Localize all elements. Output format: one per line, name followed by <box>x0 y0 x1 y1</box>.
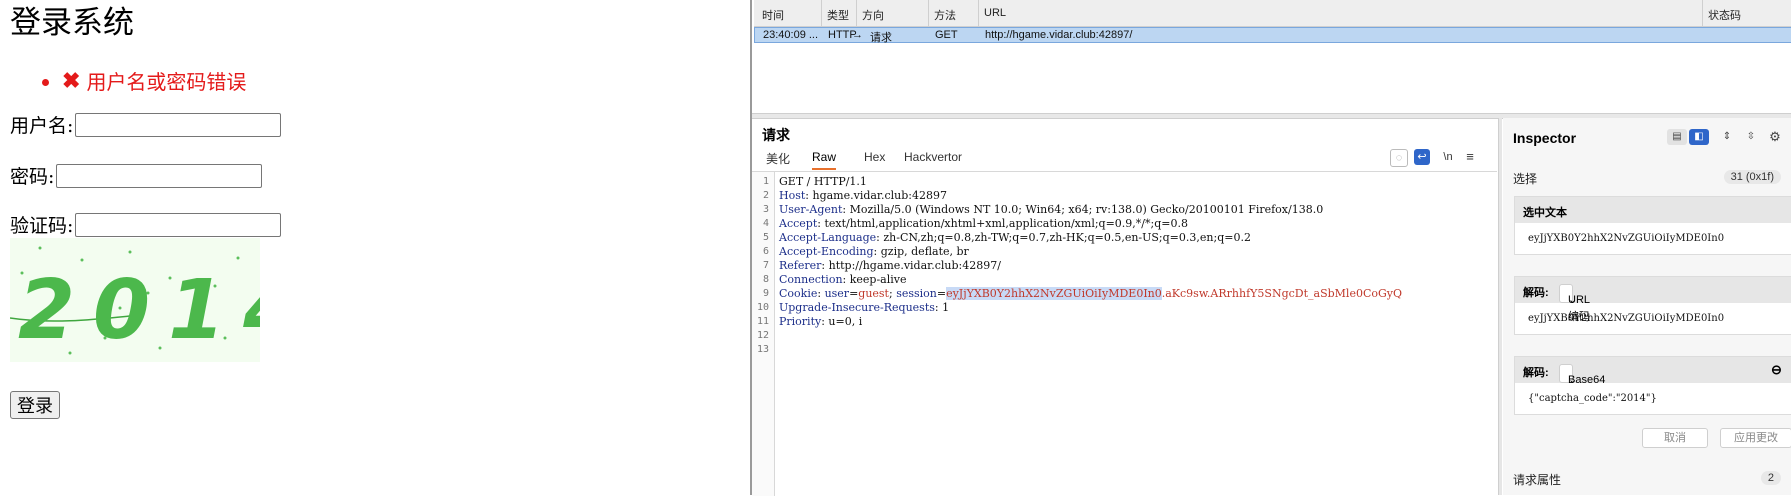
menu-icon[interactable]: ≡ <box>1462 149 1478 165</box>
header-connection: Connection: keep-alive <box>779 273 907 286</box>
username-row: 用户名: <box>10 111 282 138</box>
request-line: GET / HTTP/1.1 <box>779 175 867 188</box>
row-direction: 请求 <box>870 32 892 44</box>
eye-off-icon[interactable]: ◌ <box>1390 149 1408 167</box>
header-cookie: Cookie: user=guest; session=eyJjYXB0Y2hh… <box>779 287 1403 300</box>
line-number: 4 <box>762 218 769 229</box>
newline-toggle[interactable]: \n <box>1438 149 1458 165</box>
cross-mark-icon: ✖ <box>62 67 81 94</box>
inspector-panel: Inspector ▤ ◧ ⇕ ⇳ ⚙ 选择 31 (0x1f) 选中文本 ey… <box>1503 118 1791 495</box>
username-label: 用户名: <box>10 115 74 137</box>
line-number: 1 <box>762 176 769 187</box>
selection-label[interactable]: 选择 <box>1513 170 1537 187</box>
line-number: 10 <box>756 302 769 313</box>
request-pane: 请求 美化 Raw Hex Hackvertor ◌ ↩ \n ≡ 1 2 3 … <box>752 118 1497 496</box>
line-number: 3 <box>762 204 769 215</box>
request-attributes-label[interactable]: 请求属性 <box>1513 471 1561 488</box>
captcha-label: 验证码: <box>10 215 74 237</box>
selected-text: eyJjYXB0Y2hhX2NvZGUiOiIyMDE0In0 <box>946 287 1162 300</box>
header-accept-language: Accept-Language: zh-CN,zh;q=0.8,zh-TW;q=… <box>779 231 1251 244</box>
bullet-icon <box>42 79 49 86</box>
chevron-down-icon: ⌄ <box>1568 374 1578 386</box>
tab-hex[interactable]: Hex <box>864 150 885 168</box>
row-time: 23:40:09 ... <box>763 29 819 41</box>
expand-icon[interactable]: ⇕ <box>1717 129 1737 145</box>
error-message: ✖ 用户名或密码错误 <box>40 66 246 95</box>
col-url[interactable]: URL <box>984 7 1006 19</box>
header-priority: Priority: u=0, i <box>779 315 863 328</box>
raw-editor[interactable]: 1 2 3 4 5 6 7 8 9 10 11 12 13 GET / HTTP… <box>752 171 1497 496</box>
line-number: 2 <box>762 190 769 201</box>
error-text: 用户名或密码错误 <box>86 70 247 94</box>
line-number: 12 <box>756 330 769 341</box>
collapse-icon[interactable]: ⇳ <box>1741 129 1761 145</box>
captcha-text: 2014 <box>18 263 260 358</box>
base64-decode-section: 解码: Base64 ⌄ ⊖ {"captcha_code":"2014"} <box>1514 356 1791 415</box>
username-input[interactable] <box>75 112 282 137</box>
chevron-down-icon: ⌄ <box>1568 294 1578 306</box>
decode2-value[interactable]: {"captcha_code":"2014"} <box>1515 383 1791 414</box>
password-input[interactable] <box>56 163 263 188</box>
col-time[interactable]: 时间 <box>762 7 784 23</box>
cancel-button[interactable]: 取消 <box>1642 428 1708 448</box>
tab-pretty[interactable]: 美化 <box>766 150 790 171</box>
decode2-label: 解码: <box>1523 367 1549 379</box>
url-decode-section: 解码: URL编码 ⌄ eyJjYXB0Y2hhX2NvZGUiOiIyMDE0… <box>1514 276 1791 335</box>
password-row: 密码: <box>10 162 263 189</box>
selected-text-label: 选中文本 <box>1523 207 1567 219</box>
header-user-agent: User-Agent: Mozilla/5.0 (Windows NT 10.0… <box>779 203 1324 216</box>
col-method[interactable]: 方法 <box>934 7 956 23</box>
selection-count-badge: 31 (0x1f) <box>1723 170 1781 184</box>
header-accept: Accept: text/html,application/xhtml+xml,… <box>779 217 1188 230</box>
col-status[interactable]: 状态码 <box>1708 7 1741 23</box>
line-number: 13 <box>756 344 769 355</box>
tab-hackvertor[interactable]: Hackvertor <box>904 150 962 168</box>
col-type[interactable]: 类型 <box>827 7 849 23</box>
captcha-input[interactable] <box>75 212 282 237</box>
selected-text-section: 选中文本 eyJjYXB0Y2hhX2NvZGUiOiIyMDE0In0 <box>1514 196 1791 255</box>
selected-text-value[interactable]: eyJjYXB0Y2hhX2NvZGUiOiIyMDE0In0 <box>1515 223 1791 254</box>
header-host: Host: hgame.vidar.club:42897 <box>779 189 947 202</box>
remove-icon[interactable]: ⊖ <box>1771 362 1782 378</box>
header-referer: Referer: http://hgame.vidar.club:42897/ <box>779 259 1001 272</box>
login-button[interactable]: 登录 <box>10 391 60 419</box>
decode1-type-dropdown[interactable]: URL编码 ⌄ <box>1559 284 1590 323</box>
decode2-type-dropdown[interactable]: Base64 ⌄ <box>1559 364 1605 386</box>
line-number: 5 <box>762 232 769 243</box>
row-url: http://hgame.vidar.club:42897/ <box>985 29 1133 41</box>
table-row[interactable]: 23:40:09 ... HTTP → 请求 GET http://hgame.… <box>754 27 1791 44</box>
decode1-value[interactable]: eyJjYXB0Y2hhX2NvZGUiOiIyMDE0In0 <box>1515 303 1791 334</box>
row-method: GET <box>935 29 958 41</box>
apply-changes-button[interactable]: 应用更改 <box>1720 428 1791 448</box>
wrap-lines-icon[interactable]: ↩ <box>1414 149 1430 165</box>
decode1-label: 解码: <box>1523 287 1549 299</box>
vertical-splitter[interactable] <box>1498 118 1502 495</box>
request-attributes-count: 2 <box>1760 471 1781 485</box>
inspector-title: Inspector <box>1513 130 1577 146</box>
request-title: 请求 <box>762 127 790 143</box>
tab-raw[interactable]: Raw <box>812 150 837 170</box>
page-title: 登录系统 <box>10 5 134 41</box>
header-accept-encoding: Accept-Encoding: gzip, deflate, br <box>779 245 969 258</box>
layout-list-icon[interactable]: ▤ <box>1667 129 1687 145</box>
header-upgrade-insecure: Upgrade-Insecure-Requests: 1 <box>779 301 950 314</box>
line-number: 6 <box>762 246 769 257</box>
captcha-image: 2014 <box>10 238 260 362</box>
line-number: 7 <box>762 260 769 271</box>
burp-panel: 时间 类型 方向 方法 URL 状态码 23:40:09 ... HTTP → … <box>750 0 1791 496</box>
password-label: 密码: <box>10 166 55 188</box>
col-direction[interactable]: 方向 <box>862 7 884 23</box>
layout-split-icon[interactable]: ◧ <box>1689 129 1709 145</box>
login-page: 登录系统 ✖ 用户名或密码错误 用户名: 密码: 验证码: 2014 登录 <box>0 0 750 495</box>
arrow-right-icon: → <box>852 29 863 41</box>
history-table-header: 时间 类型 方向 方法 URL 状态码 <box>754 0 1791 27</box>
line-number: 9 <box>762 288 769 299</box>
line-number: 8 <box>762 274 769 285</box>
gear-icon[interactable]: ⚙ <box>1765 129 1785 145</box>
line-number: 11 <box>756 316 769 327</box>
captcha-row: 验证码: <box>10 211 282 238</box>
